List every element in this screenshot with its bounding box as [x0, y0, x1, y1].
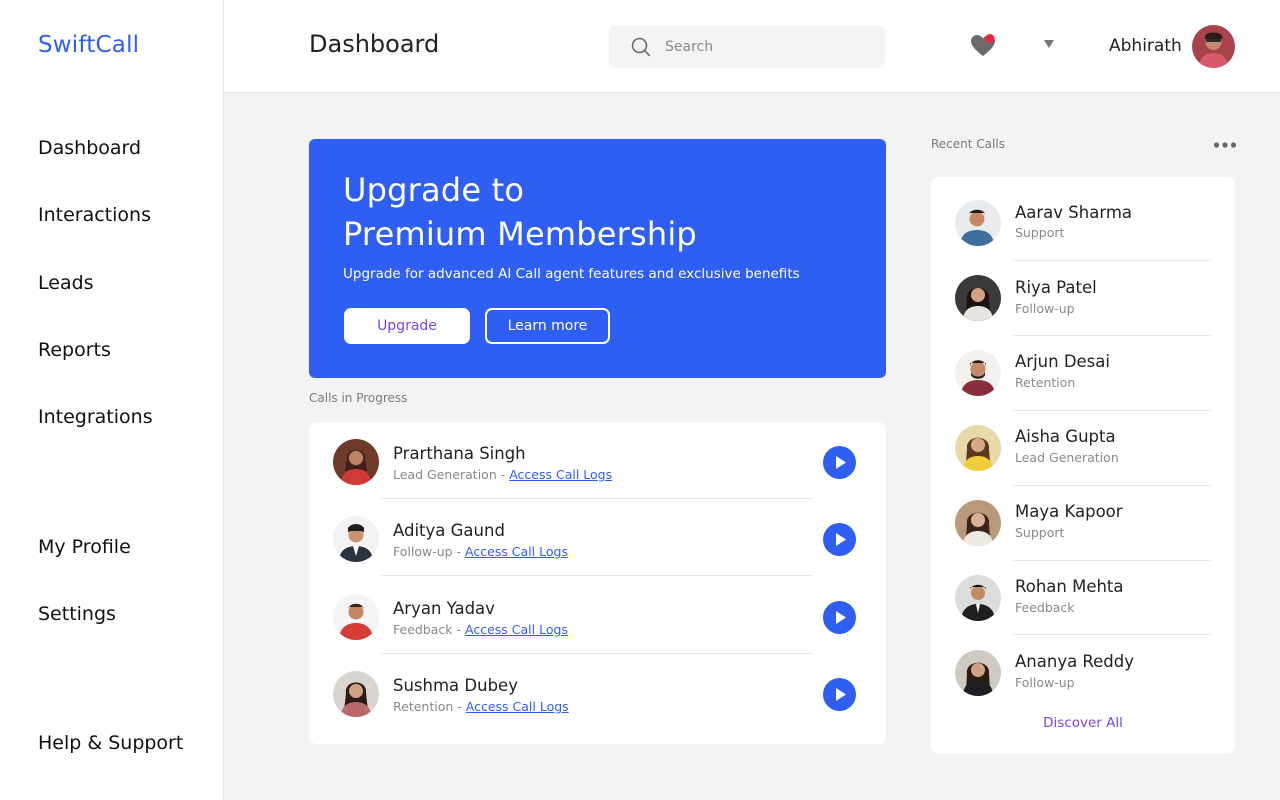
avatar [333, 516, 379, 562]
call-category: Follow-up [393, 544, 453, 559]
discover-all-link[interactable]: Discover All [931, 715, 1235, 731]
premium-banner: Upgrade to Premium Membership Upgrade fo… [309, 139, 886, 378]
avatar [955, 275, 1001, 321]
avatar [955, 350, 1001, 396]
sidebar-item-help-support[interactable]: Help & Support [38, 732, 183, 754]
call-meta: Retention - Access Call Logs [393, 699, 569, 714]
recent-calls-label: Recent Calls [931, 137, 1005, 151]
call-role: Follow-up [1015, 675, 1075, 690]
list-item: Aryan Yadav Feedback - Access Call Logs [309, 577, 886, 654]
call-category: Feedback [393, 622, 453, 637]
avatar [955, 500, 1001, 546]
play-button[interactable] [823, 523, 856, 556]
avatar [955, 425, 1001, 471]
list-item[interactable]: Rohan Mehta Feedback [931, 561, 1235, 636]
caller-name: Ananya Reddy [1015, 652, 1135, 671]
play-icon [836, 456, 846, 469]
access-call-logs-link[interactable]: Access Call Logs [465, 544, 568, 559]
sidebar-item-dashboard[interactable]: Dashboard [38, 137, 141, 159]
sidebar-item-settings[interactable]: Settings [38, 603, 116, 625]
call-category: Lead Generation [393, 467, 497, 482]
call-meta: Follow-up - Access Call Logs [393, 544, 568, 559]
play-button[interactable] [823, 601, 856, 634]
heart-icon[interactable] [970, 34, 996, 58]
avatar[interactable] [1192, 25, 1235, 68]
sidebar-item-my-profile[interactable]: My Profile [38, 536, 131, 558]
sidebar-item-interactions[interactable]: Interactions [38, 204, 151, 226]
list-item[interactable]: Maya Kapoor Support [931, 486, 1235, 561]
list-item[interactable]: Ananya Reddy Follow-up [931, 636, 1235, 711]
caller-name: Maya Kapoor [1015, 502, 1123, 521]
play-button[interactable] [823, 678, 856, 711]
calls-in-progress-panel: Prarthana Singh Lead Generation - Access… [309, 422, 886, 744]
sidebar-item-reports[interactable]: Reports [38, 339, 111, 361]
call-role: Follow-up [1015, 301, 1075, 316]
play-icon [836, 533, 846, 546]
call-role: Retention [1015, 375, 1076, 390]
caller-name: Prarthana Singh [393, 444, 526, 463]
play-icon [836, 688, 846, 701]
upgrade-button[interactable]: Upgrade [344, 308, 470, 344]
call-role: Support [1015, 525, 1065, 540]
app-logo[interactable]: SwiftCall [38, 32, 139, 58]
call-role: Feedback [1015, 600, 1075, 615]
notification-dot [985, 34, 995, 43]
top-bar: Dashboard Abhirath [224, 0, 1280, 93]
search-input[interactable] [665, 26, 865, 68]
list-item: Sushma Dubey Retention - Access Call Log… [309, 654, 886, 731]
call-role: Support [1015, 225, 1065, 240]
sidebar-item-leads[interactable]: Leads [38, 272, 94, 294]
list-item[interactable]: Aarav Sharma Support [931, 177, 1235, 252]
banner-subtitle: Upgrade for advanced AI Call agent featu… [343, 266, 800, 282]
caller-name: Sushma Dubey [393, 676, 518, 695]
caller-name: Arjun Desai [1015, 352, 1110, 371]
caller-name: Rohan Mehta [1015, 577, 1124, 596]
caller-name: Aditya Gaund [393, 521, 505, 540]
call-meta: Lead Generation - Access Call Logs [393, 467, 613, 482]
chevron-down-icon[interactable] [1042, 37, 1056, 51]
list-item[interactable]: Aisha Gupta Lead Generation [931, 411, 1235, 486]
call-category: Retention [393, 699, 454, 714]
avatar [333, 439, 379, 485]
search-box[interactable] [609, 26, 885, 68]
divider [381, 575, 813, 576]
play-button[interactable] [823, 446, 856, 479]
list-item: Aditya Gaund Follow-up - Access Call Log… [309, 499, 886, 576]
sidebar: SwiftCall Dashboard Interactions Leads R… [0, 0, 224, 800]
access-call-logs-link[interactable]: Access Call Logs [466, 699, 569, 714]
list-item: Prarthana Singh Lead Generation - Access… [309, 422, 886, 499]
call-meta: Feedback - Access Call Logs [393, 622, 568, 637]
access-call-logs-link[interactable]: Access Call Logs [509, 467, 612, 482]
divider [1013, 634, 1211, 635]
play-icon [836, 611, 846, 624]
avatar [333, 671, 379, 717]
avatar [955, 650, 1001, 696]
banner-title-line1: Upgrade to [343, 171, 525, 209]
avatar [955, 200, 1001, 246]
list-item[interactable]: Riya Patel Follow-up [931, 261, 1235, 336]
more-options-icon[interactable] [1213, 141, 1237, 149]
list-item[interactable]: Arjun Desai Retention [931, 336, 1235, 411]
banner-title-line2: Premium Membership [343, 215, 697, 253]
access-call-logs-link[interactable]: Access Call Logs [465, 622, 568, 637]
username[interactable]: Abhirath [1109, 36, 1182, 56]
caller-name: Aryan Yadav [393, 599, 495, 618]
sidebar-item-integrations[interactable]: Integrations [38, 406, 153, 428]
caller-name: Riya Patel [1015, 278, 1097, 297]
caller-name: Aarav Sharma [1015, 203, 1133, 222]
caller-name: Aisha Gupta [1015, 427, 1116, 446]
learn-more-button[interactable]: Learn more [485, 308, 610, 344]
calls-in-progress-label: Calls in Progress [309, 391, 408, 405]
page-title: Dashboard [309, 30, 440, 58]
recent-calls-panel: Aarav Sharma Support Riya Patel Follow-u… [931, 177, 1235, 754]
call-role: Lead Generation [1015, 450, 1119, 465]
avatar [333, 594, 379, 640]
avatar [955, 575, 1001, 621]
search-icon [631, 37, 651, 57]
